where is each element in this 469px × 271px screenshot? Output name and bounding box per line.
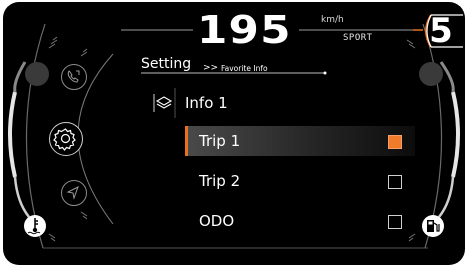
settings-gear-icon[interactable] <box>49 122 83 156</box>
odo-checkbox[interactable] <box>388 215 402 229</box>
menu-item-label: Trip 1 <box>199 132 241 150</box>
menu-item-trip-2[interactable]: Trip 2 <box>185 166 415 196</box>
cluster-screen: 195 km/h SPORT 5 Setting >> Favorite Inf… <box>3 2 465 265</box>
breadcrumb-favorite-info: Favorite Info <box>221 64 268 73</box>
speed-readout: 195 <box>197 8 292 52</box>
phone-icon[interactable] <box>61 64 87 90</box>
coolant-temperature-icon <box>24 215 46 237</box>
breadcrumb-separator: >> <box>203 63 219 73</box>
navigation-arrow-icon[interactable] <box>61 180 87 206</box>
menu-item-odo[interactable]: ODO <box>185 206 415 236</box>
menu-title: Info 1 <box>185 94 228 112</box>
speed-unit: km/h <box>321 15 344 25</box>
trip-1-checkbox[interactable] <box>388 135 402 149</box>
breadcrumb-setting: Setting <box>141 56 192 72</box>
layers-icon <box>153 94 173 112</box>
drive-mode-label: SPORT <box>343 33 373 43</box>
menu-item-label: Trip 2 <box>199 172 241 190</box>
gear-indicator: 5 <box>429 11 453 51</box>
menu-item-label: ODO <box>199 212 235 230</box>
trip-2-checkbox[interactable] <box>388 175 402 189</box>
menu-item-trip-1[interactable]: Trip 1 <box>185 126 415 156</box>
fuel-pump-icon <box>422 215 444 237</box>
selection-indicator <box>185 126 188 156</box>
